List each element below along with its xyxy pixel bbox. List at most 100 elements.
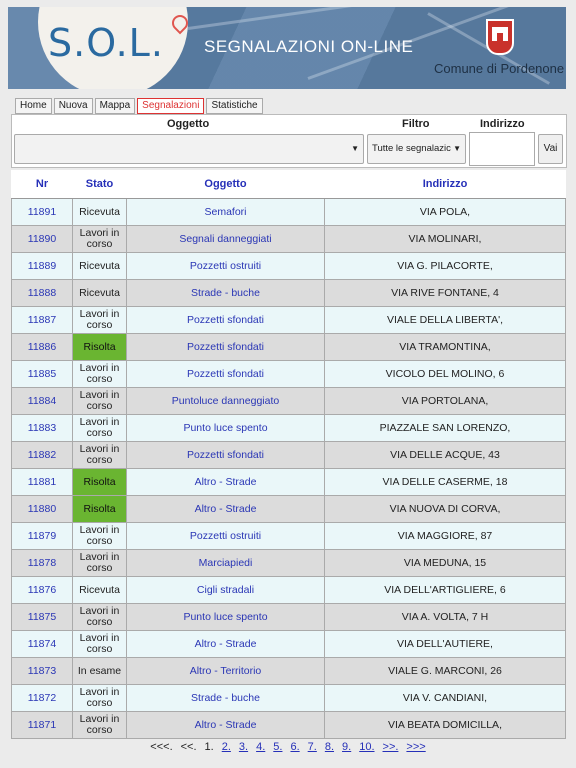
page-link[interactable]: <<<. <box>150 741 172 753</box>
table-row[interactable]: 11882 Lavori in corso Pozzetti sfondati VIA… <box>11 441 566 469</box>
cell-indirizzo: VIA A. VOLTA, 7 H <box>324 603 566 631</box>
page-link[interactable]: 9. <box>342 741 351 753</box>
cell-nr[interactable]: 11882 <box>11 441 73 469</box>
cell-stato: Risolta <box>72 468 127 496</box>
cell-oggetto[interactable]: Strade - buche <box>126 279 325 307</box>
app-logo[interactable]: S.O.L. <box>48 21 164 65</box>
cell-nr[interactable]: 11888 <box>11 279 73 307</box>
cell-nr[interactable]: 11881 <box>11 468 73 496</box>
cell-nr[interactable]: 11891 <box>11 198 73 226</box>
page-link[interactable]: 8. <box>325 741 334 753</box>
col-header-indirizzo[interactable]: Indirizzo <box>324 170 566 199</box>
cell-nr[interactable]: 11871 <box>11 711 73 739</box>
cell-oggetto[interactable]: Marciapiedi <box>126 549 325 577</box>
cell-indirizzo: VIA DELLE ACQUE, 43 <box>324 441 566 469</box>
cell-nr[interactable]: 11883 <box>11 414 73 442</box>
cell-oggetto[interactable]: Strade - buche <box>126 684 325 712</box>
filtro-select[interactable]: Tutte le segnalazic ▼ <box>367 134 466 164</box>
cell-oggetto[interactable]: Pozzetti sfondati <box>126 306 325 334</box>
table-row[interactable]: 11873 In esame Altro - Territorio VIALE G. … <box>11 657 566 685</box>
table-row[interactable]: 11885 Lavori in corso Pozzetti sfondati VIC… <box>11 360 566 388</box>
cell-oggetto[interactable]: Semafori <box>126 198 325 226</box>
cell-nr[interactable]: 11872 <box>11 684 73 712</box>
app-slogan: SEGNALAZIONI ON-LINE <box>204 37 414 56</box>
table-row[interactable]: 11891 Ricevuta Semafori VIA POLA, <box>11 198 566 226</box>
page-link[interactable]: 5. <box>273 741 282 753</box>
table-row[interactable]: 11888 Ricevuta Strade - buche VIA RIVE FONT… <box>11 279 566 307</box>
cell-oggetto[interactable]: Pozzetti sfondati <box>126 333 325 361</box>
table-row[interactable]: 11872 Lavori in corso Strade - buche VIA V.… <box>11 684 566 712</box>
page-link[interactable]: 4. <box>256 741 265 753</box>
cell-oggetto[interactable]: Puntoluce danneggiato <box>126 387 325 415</box>
tab-nuova[interactable]: Nuova <box>53 98 93 114</box>
cell-indirizzo: VIALE DELLA LIBERTA', <box>324 306 566 334</box>
table-row[interactable]: 11890 Lavori in corso Segnali danneggiati V… <box>11 225 566 253</box>
cell-nr[interactable]: 11878 <box>11 549 73 577</box>
tab-mappa[interactable]: Mappa <box>94 98 136 114</box>
page-link[interactable]: 2. <box>222 741 231 753</box>
cell-nr[interactable]: 11886 <box>11 333 73 361</box>
table-row[interactable]: 11874 Lavori in corso Altro - Strade VIA DE… <box>11 630 566 658</box>
page-link[interactable]: 3. <box>239 741 248 753</box>
table-row[interactable]: 11878 Lavori in corso Marciapiedi VIA MEDUN… <box>11 549 566 577</box>
cell-oggetto[interactable]: Segnali danneggiati <box>126 225 325 253</box>
cell-oggetto[interactable]: Altro - Strade <box>126 468 325 496</box>
page-link[interactable]: <<. <box>181 741 197 753</box>
col-header-stato[interactable]: Stato <box>72 170 127 199</box>
cell-indirizzo: VIA PORTOLANA, <box>324 387 566 415</box>
cell-nr[interactable]: 11885 <box>11 360 73 388</box>
indirizzo-input[interactable] <box>469 132 535 166</box>
cell-nr[interactable]: 11874 <box>11 630 73 658</box>
indirizzo-label: Indirizzo <box>480 118 525 130</box>
cell-nr[interactable]: 11890 <box>11 225 73 253</box>
cell-nr[interactable]: 11889 <box>11 252 73 280</box>
cell-oggetto[interactable]: Pozzetti sfondati <box>126 441 325 469</box>
cell-oggetto[interactable]: Pozzetti sfondati <box>126 360 325 388</box>
page-link[interactable]: 6. <box>290 741 299 753</box>
cell-oggetto[interactable]: Punto luce spento <box>126 414 325 442</box>
cell-oggetto[interactable]: Altro - Strade <box>126 495 325 523</box>
dropdown-arrow-icon: ▼ <box>351 144 359 153</box>
cell-oggetto[interactable]: Altro - Strade <box>126 711 325 739</box>
go-button[interactable]: Vai <box>538 134 563 164</box>
page-link[interactable]: >>. <box>383 741 399 753</box>
table-row[interactable]: 11887 Lavori in corso Pozzetti sfondati VIA… <box>11 306 566 334</box>
table-row[interactable]: 11881 Risolta Altro - Strade VIA DELLE CASE… <box>11 468 566 496</box>
cell-oggetto[interactable]: Pozzetti ostruiti <box>126 522 325 550</box>
table-row[interactable]: 11871 Lavori in corso Altro - Strade VIA BE… <box>11 711 566 739</box>
table-row[interactable]: 11883 Lavori in corso Punto luce spento PIA… <box>11 414 566 442</box>
cell-stato: Lavori in corso <box>72 711 127 739</box>
cell-stato: Lavori in corso <box>72 387 127 415</box>
cell-nr[interactable]: 11876 <box>11 576 73 604</box>
cell-oggetto[interactable]: Altro - Territorio <box>126 657 325 685</box>
table-row[interactable]: 11884 Lavori in corso Puntoluce danneggiat… <box>11 387 566 415</box>
col-header-nr[interactable]: Nr <box>11 170 73 199</box>
cell-nr[interactable]: 11879 <box>11 522 73 550</box>
tab-home[interactable]: Home <box>15 98 52 114</box>
cell-oggetto[interactable]: Cigli stradali <box>126 576 325 604</box>
cell-nr[interactable]: 11873 <box>11 657 73 685</box>
table-row[interactable]: 11875 Lavori in corso Punto luce spento VIA… <box>11 603 566 631</box>
page-link[interactable]: 10. <box>359 741 374 753</box>
cell-nr[interactable]: 11875 <box>11 603 73 631</box>
page-link[interactable]: >>> <box>406 741 425 753</box>
col-header-oggetto[interactable]: Oggetto <box>126 170 325 199</box>
tab-segnalazioni[interactable]: Segnalazioni <box>137 98 205 114</box>
table-row[interactable]: 11889 Ricevuta Pozzetti ostruiti VIA G. PIL… <box>11 252 566 280</box>
cell-oggetto[interactable]: Altro - Strade <box>126 630 325 658</box>
cell-nr[interactable]: 11880 <box>11 495 73 523</box>
cell-stato: Lavori in corso <box>72 441 127 469</box>
page-link[interactable]: 1. <box>205 741 214 753</box>
tab-statistiche[interactable]: Statistiche <box>206 98 263 114</box>
table-row[interactable]: 11880 Risolta Altro - Strade VIA NUOVA DI C… <box>11 495 566 523</box>
cell-oggetto[interactable]: Pozzetti ostruiti <box>126 252 325 280</box>
cell-nr[interactable]: 11884 <box>11 387 73 415</box>
table-row[interactable]: 11886 Risolta Pozzetti sfondati VIA TRAMONT… <box>11 333 566 361</box>
cell-nr[interactable]: 11887 <box>11 306 73 334</box>
page-link[interactable]: 7. <box>308 741 317 753</box>
table-row[interactable]: 11879 Lavori in corso Pozzetti ostruiti VIA… <box>11 522 566 550</box>
table-row[interactable]: 11876 Ricevuta Cigli stradali VIA DELL'ARTI… <box>11 576 566 604</box>
oggetto-select[interactable]: ▼ <box>14 134 364 164</box>
cell-oggetto[interactable]: Punto luce spento <box>126 603 325 631</box>
cell-stato: Risolta <box>72 495 127 523</box>
